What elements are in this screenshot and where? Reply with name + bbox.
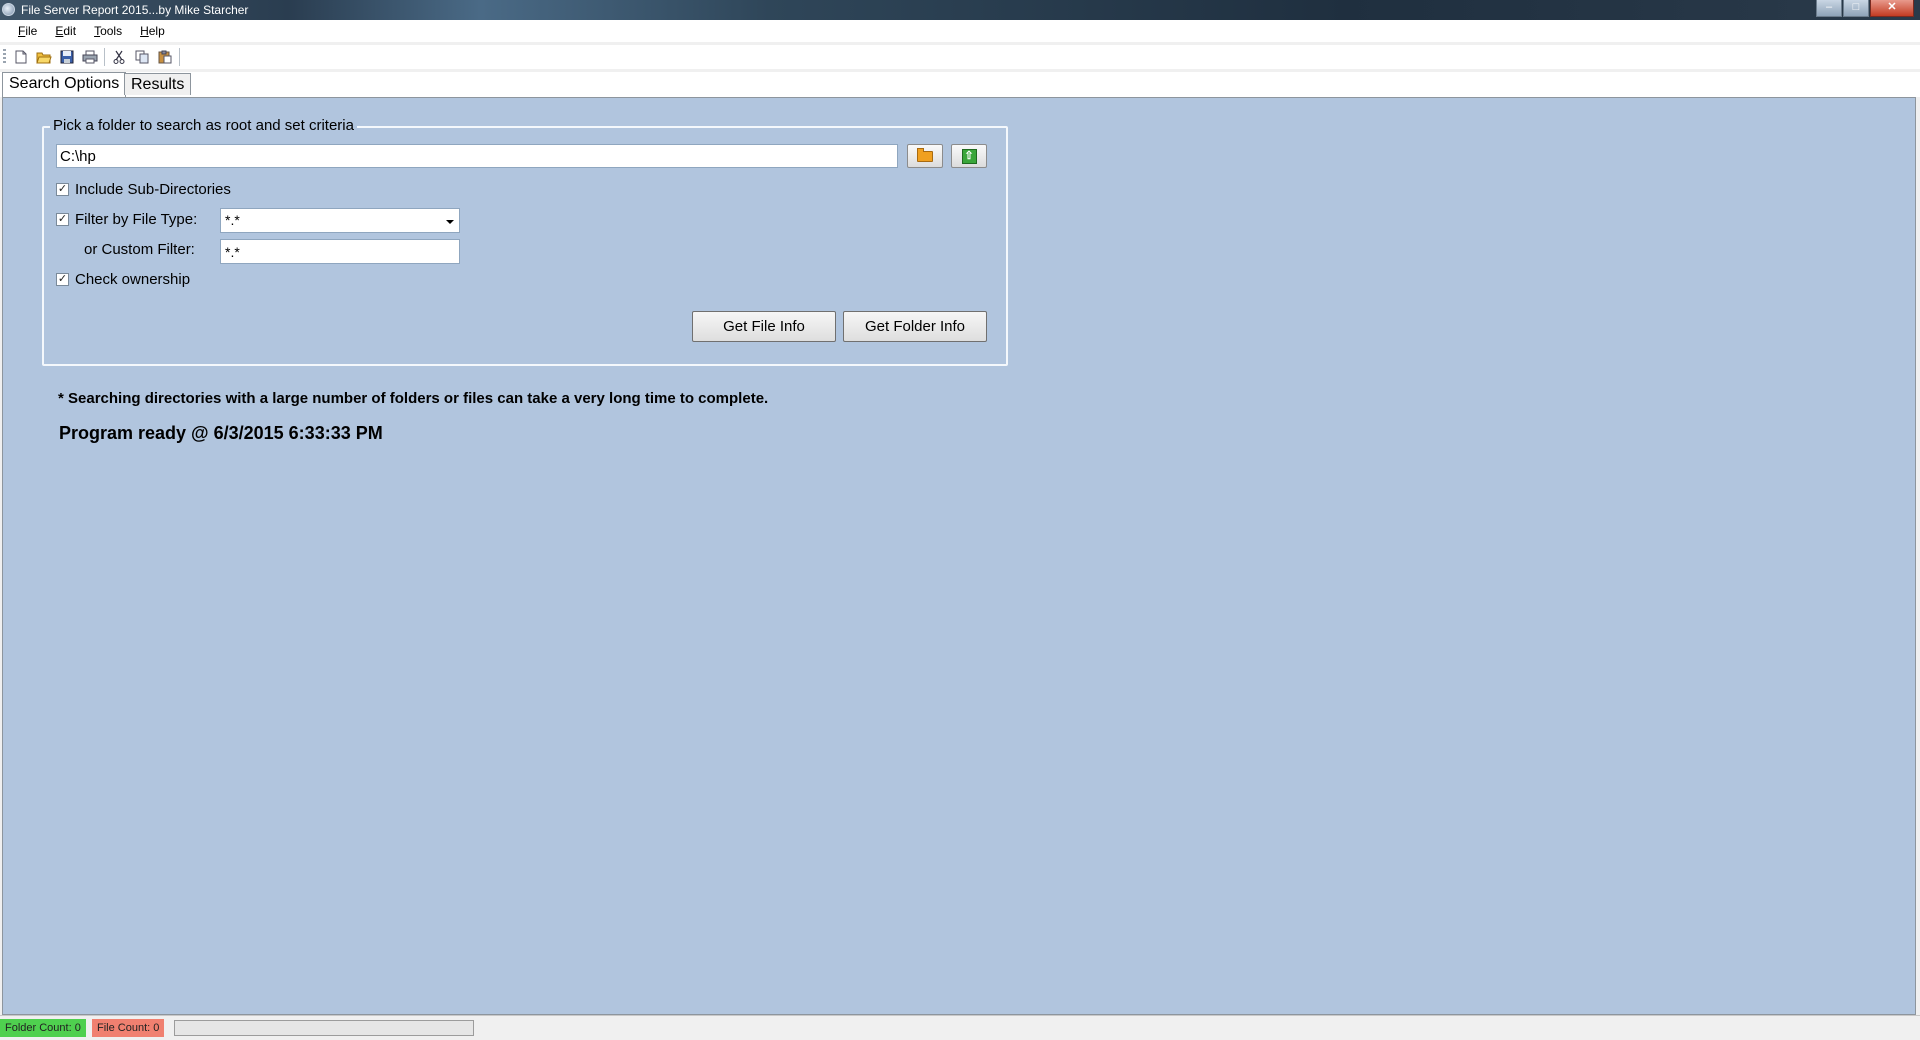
paste-icon[interactable]: [156, 48, 174, 66]
open-folder-icon[interactable]: [35, 48, 53, 66]
maximize-button[interactable]: □: [1843, 0, 1869, 17]
get-file-info-button[interactable]: Get File Info: [692, 311, 836, 342]
browse-folder-button[interactable]: [907, 144, 943, 168]
include-subdirs-label: Include Sub-Directories: [75, 181, 231, 198]
group-title: Pick a folder to search as root and set …: [50, 117, 357, 134]
file-type-select[interactable]: *.*: [220, 208, 460, 233]
program-status-message: Program ready @ 6/3/2015 6:33:33 PM: [59, 423, 383, 443]
save-icon[interactable]: [58, 48, 76, 66]
status-bar: Folder Count: 0 File Count: 0: [0, 1015, 1920, 1040]
warning-note: * Searching directories with a large num…: [58, 390, 769, 407]
folder-icon: [917, 147, 933, 162]
include-subdirs-checkbox[interactable]: ✓: [56, 183, 69, 196]
chevron-down-icon: [446, 220, 454, 224]
close-button[interactable]: ✕: [1870, 0, 1914, 17]
filter-type-checkbox[interactable]: ✓: [56, 213, 69, 226]
new-file-icon[interactable]: [12, 48, 30, 66]
window-title: File Server Report 2015...by Mike Starch…: [21, 3, 249, 17]
menu-help-rest: elp: [148, 24, 165, 38]
file-type-selected: *.*: [225, 212, 240, 228]
menu-tools[interactable]: Tools: [94, 24, 122, 38]
menu-tools-rest: ools: [100, 24, 123, 38]
check-ownership-row: ✓ Check ownership: [56, 271, 190, 288]
app-icon[interactable]: [2, 3, 15, 16]
title-bar: File Server Report 2015...by Mike Starch…: [0, 0, 1920, 20]
tab-search-options[interactable]: Search Options: [2, 72, 127, 97]
menu-edit-rest: dit: [63, 24, 77, 38]
search-criteria-group: Pick a folder to search as root and set …: [42, 117, 1008, 366]
cut-icon[interactable]: [110, 48, 128, 66]
search-options-panel: Pick a folder to search as root and set …: [2, 97, 1916, 1015]
toolbar-separator: [104, 48, 105, 66]
window-controls: – □ ✕: [1815, 0, 1914, 18]
file-count-badge: File Count: 0: [92, 1019, 165, 1037]
menu-edit[interactable]: Edit: [55, 24, 76, 38]
print-icon[interactable]: [81, 48, 99, 66]
minimize-button[interactable]: –: [1816, 0, 1842, 17]
progress-bar: [174, 1020, 474, 1036]
custom-filter-label: or Custom Filter:: [84, 241, 195, 258]
up-arrow-icon: ⇧: [961, 148, 977, 164]
menu-file-rest: ile: [25, 24, 38, 38]
menu-help-mnemonic: H: [140, 24, 149, 38]
go-up-button[interactable]: ⇧: [951, 144, 987, 168]
check-ownership-checkbox[interactable]: ✓: [56, 273, 69, 286]
toolbar-grip[interactable]: [3, 49, 6, 65]
toolbar: [0, 45, 1920, 69]
check-ownership-label: Check ownership: [75, 271, 191, 288]
custom-filter-input[interactable]: [220, 239, 460, 264]
menu-bar: File Edit Tools Help: [0, 20, 1920, 42]
toolbar-separator-end: [179, 48, 180, 66]
tab-results[interactable]: Results: [124, 73, 192, 95]
copy-icon[interactable]: [133, 48, 151, 66]
tab-strip: Search Options Results: [0, 72, 1920, 97]
include-subdirs-row: ✓ Include Sub-Directories: [56, 181, 231, 198]
menu-help[interactable]: Help: [140, 24, 165, 38]
folder-path-input[interactable]: [56, 144, 898, 168]
menu-file[interactable]: File: [18, 24, 37, 38]
filter-type-row: ✓ Filter by File Type:: [56, 211, 197, 228]
get-folder-info-button[interactable]: Get Folder Info: [843, 311, 987, 342]
filter-type-label: Filter by File Type:: [75, 211, 198, 228]
folder-count-badge: Folder Count: 0: [0, 1019, 86, 1037]
